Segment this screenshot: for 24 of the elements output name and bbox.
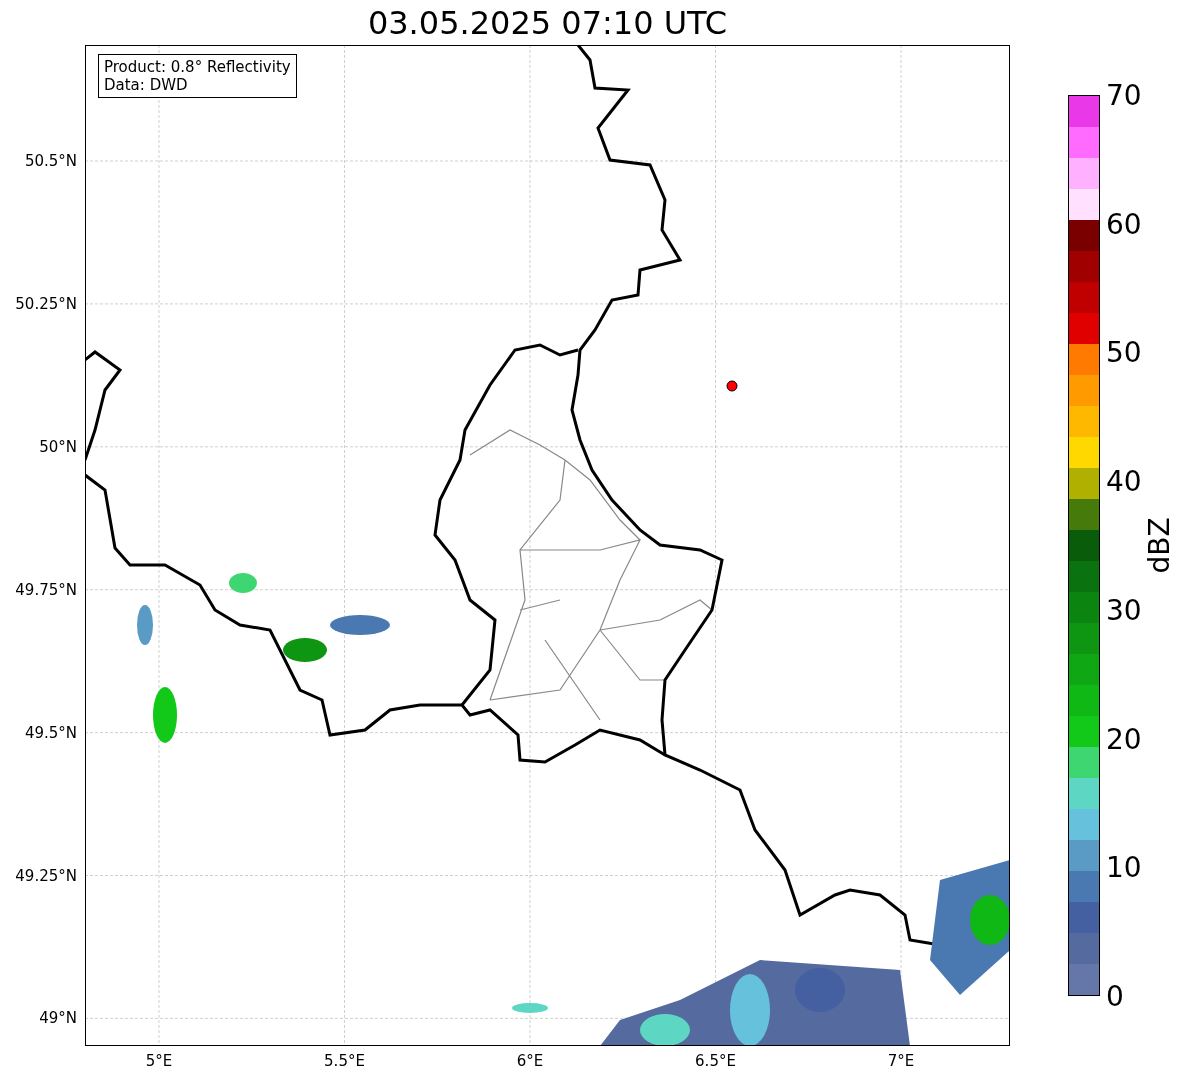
longitude-label: 7°E xyxy=(887,1052,915,1070)
scale-tick-label: 50 xyxy=(1106,335,1142,369)
latitude-label: 49.75°N xyxy=(15,580,77,599)
latitude-label: 50°N xyxy=(39,437,77,456)
info-text: Data: DWD xyxy=(104,76,189,94)
longitude-label: 5.5°E xyxy=(324,1052,365,1070)
longitude-label: 6°E xyxy=(516,1052,544,1070)
info-text: Product: 0.8° Reflectivity xyxy=(104,58,291,76)
scale-tick-label: 60 xyxy=(1106,207,1142,241)
scale-tick-label: 70 xyxy=(1106,78,1142,112)
chart-title: 03.05.2025 07:10 UTC xyxy=(367,3,728,42)
scale-tick-label: 20 xyxy=(1106,722,1142,756)
scale-tick-label: 30 xyxy=(1106,593,1142,627)
longitude-label: 5°E xyxy=(145,1052,173,1070)
longitude-label: 6.5°E xyxy=(695,1052,736,1070)
latitude-label: 50.5°N xyxy=(24,152,77,170)
scale-tick-label: 10 xyxy=(1106,850,1142,884)
scale-tick-label: 0 xyxy=(1106,979,1124,1013)
latitude-label: 49.25°N xyxy=(15,866,77,885)
scale-tick-label: 40 xyxy=(1106,464,1142,498)
latitude-label: 49.5°N xyxy=(24,723,77,742)
scale-unit-label: dBZ xyxy=(1142,517,1176,574)
latitude-label: 49°N xyxy=(39,1009,77,1028)
latitude-label: 50.25°N xyxy=(15,294,77,313)
